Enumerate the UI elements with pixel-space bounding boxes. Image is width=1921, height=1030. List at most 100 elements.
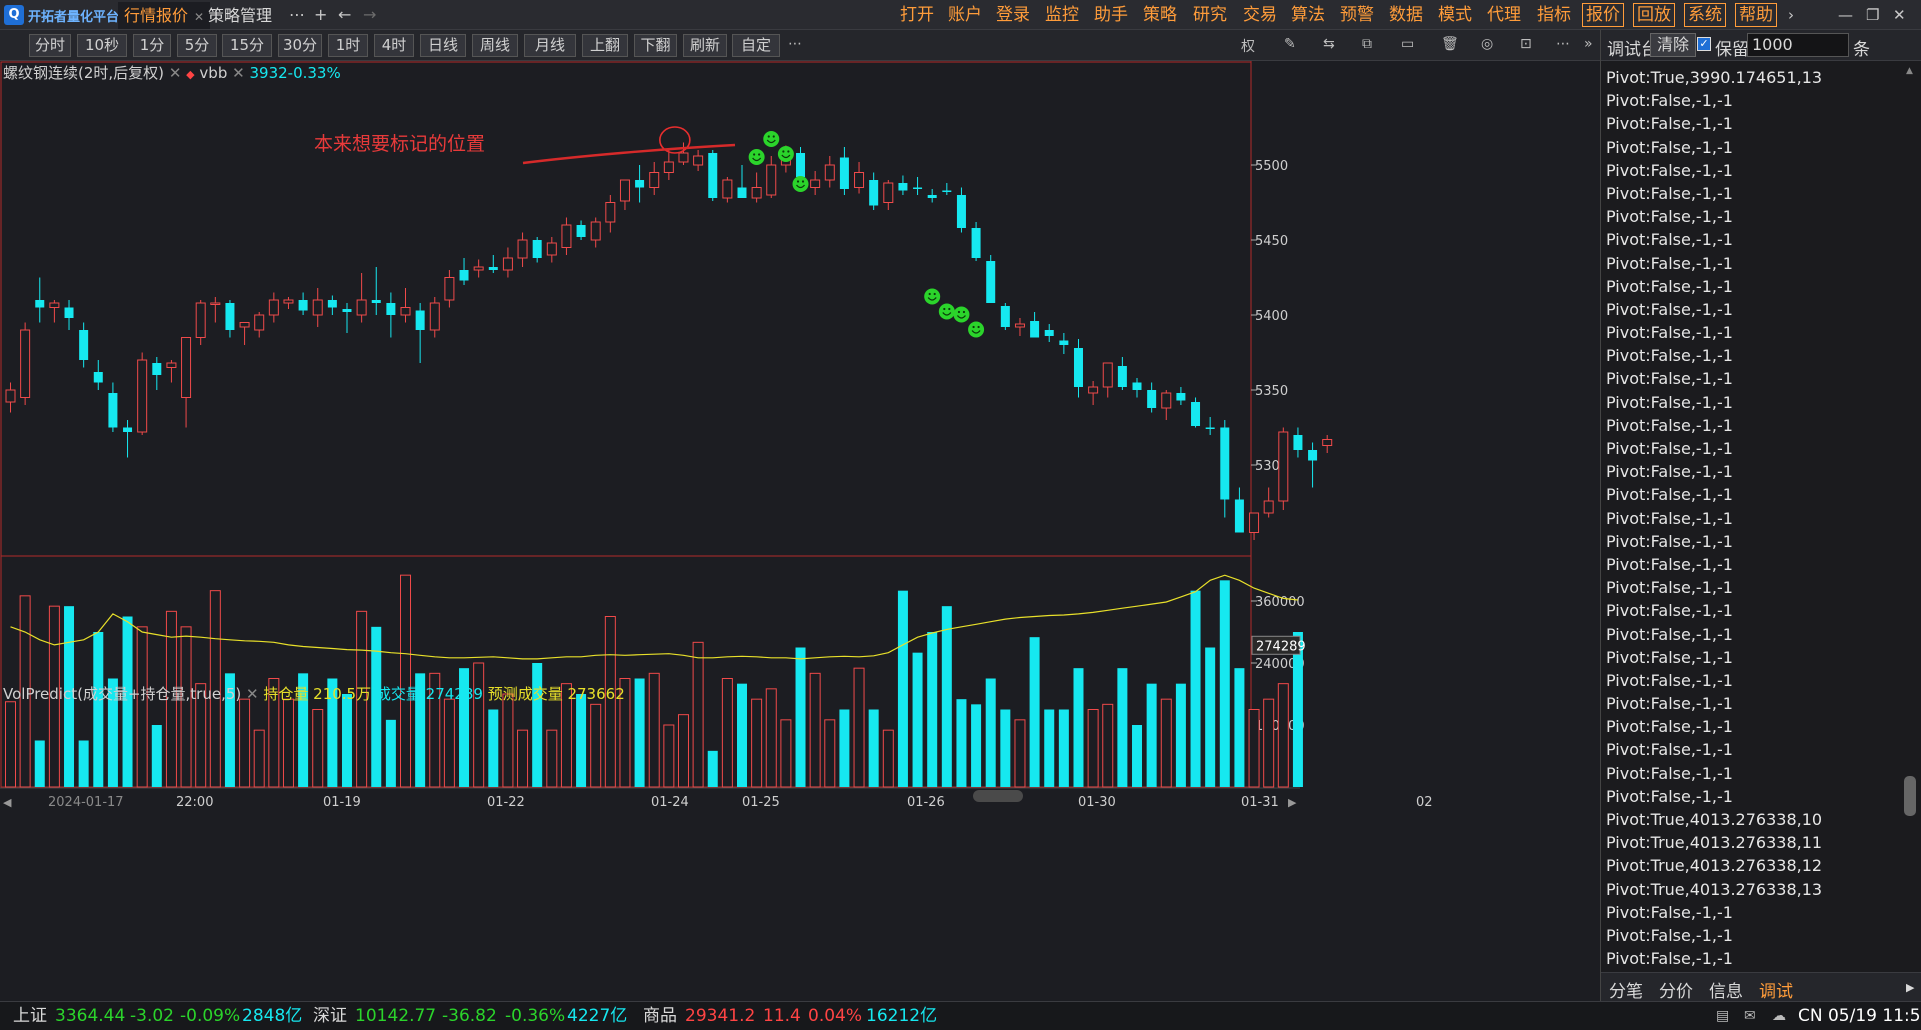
timeframe-button[interactable]: 日线: [420, 34, 466, 57]
candle-body-up: [810, 179, 821, 188]
menu-item[interactable]: 登录: [996, 3, 1030, 27]
timeframe-button[interactable]: 自定: [732, 34, 780, 57]
timeframe-button[interactable]: 月线: [524, 34, 576, 57]
menu-item[interactable]: 账户: [948, 3, 982, 27]
menu-box-item[interactable]: 帮助: [1735, 3, 1777, 27]
timeframe-button[interactable]: 刷新: [683, 34, 727, 57]
draw-pen-icon[interactable]: ✎: [1284, 36, 1296, 52]
timeframe-button[interactable]: 1时: [328, 34, 368, 57]
menu-item[interactable]: 策略: [1143, 3, 1177, 27]
menu-box-item[interactable]: 报价: [1582, 3, 1624, 27]
timeframe-button[interactable]: 30分: [278, 34, 322, 57]
debug-tab[interactable]: 分笔: [1609, 977, 1643, 1002]
clear-button[interactable]: 清除: [1650, 33, 1697, 57]
smiley-eye: [928, 292, 931, 296]
trash-icon[interactable]: 🗑: [1441, 36, 1459, 52]
volume-bar-down: [341, 694, 352, 787]
candle-body-up: [210, 302, 221, 305]
chevron-right-icon[interactable]: ›: [1788, 4, 1794, 26]
timeframe-button[interactable]: 15分: [222, 34, 272, 57]
timeframe-button[interactable]: 4时: [374, 34, 414, 57]
keep-checkbox[interactable]: ✓: [1697, 37, 1711, 51]
arrow-right-icon[interactable]: →: [363, 4, 376, 26]
menu-item[interactable]: 交易: [1243, 3, 1277, 27]
cm-change: 11.4: [763, 1006, 801, 1026]
menu-item[interactable]: 模式: [1438, 3, 1472, 27]
timeframe-button[interactable]: 周线: [472, 34, 518, 57]
volume-bar-down: [1058, 709, 1069, 787]
chevron-double-right-icon[interactable]: »: [1584, 36, 1593, 52]
copy-icon[interactable]: ⧉: [1362, 36, 1372, 52]
candle-body-up: [181, 337, 192, 398]
chevron-right-icon[interactable]: ▶: [1906, 981, 1914, 994]
debug-tab[interactable]: 调试: [1759, 977, 1793, 1002]
kline-chart[interactable]: 5300535054005450550012000024000036000027…: [0, 61, 1600, 1001]
menu-item[interactable]: 指标: [1537, 3, 1571, 27]
debug-tab[interactable]: 信息: [1709, 977, 1743, 1002]
candle-body-up: [883, 182, 894, 203]
sz-value: 10142.77: [355, 1006, 437, 1026]
settings-sliders-icon[interactable]: ⇆: [1323, 36, 1335, 52]
volume-bar-down: [1190, 590, 1201, 787]
target-icon[interactable]: ◎: [1481, 36, 1493, 52]
debug-scrollbar[interactable]: ▲ ▼: [1903, 66, 1917, 981]
close-icon[interactable]: ✕: [169, 64, 182, 82]
log-line: Pivot:False,-1,-1: [1606, 323, 1733, 343]
more-icon[interactable]: ⋯: [788, 36, 802, 52]
note-icon[interactable]: ▤: [1716, 1002, 1729, 1030]
debug-log: Pivot:True,3990.174651,13 Pivot:False,-1,…: [1606, 66, 1896, 966]
menu-item[interactable]: 监控: [1045, 3, 1079, 27]
candle-body-down: [1205, 427, 1215, 429]
timeframe-button[interactable]: 1分: [133, 34, 171, 57]
close-window-icon[interactable]: ✕: [1893, 4, 1906, 26]
menu-item[interactable]: 代理: [1487, 3, 1521, 27]
tab-quotes[interactable]: 行情报价 ✕: [118, 2, 211, 29]
volume-bar-down: [737, 683, 747, 787]
close-icon[interactable]: ✕: [232, 64, 245, 82]
candle-body-up: [854, 172, 865, 188]
log-line: Pivot:False,-1,-1: [1606, 369, 1733, 389]
smiley-eye: [948, 307, 951, 311]
menu-box-item[interactable]: 回放: [1633, 3, 1675, 27]
arrow-left-icon[interactable]: ←: [338, 4, 351, 26]
plus-icon[interactable]: +: [314, 4, 327, 26]
candle-body-down: [532, 240, 542, 258]
layout-icon[interactable]: ⊡: [1520, 36, 1532, 52]
menu-item[interactable]: 数据: [1389, 3, 1423, 27]
menu-box-item[interactable]: 系统: [1684, 3, 1726, 27]
menu-item[interactable]: 打开: [900, 3, 934, 27]
keep-count-input[interactable]: 1000: [1747, 33, 1849, 57]
close-icon[interactable]: ✕: [246, 685, 259, 703]
smiley-eye: [962, 310, 966, 314]
restore-icon[interactable]: ❐: [1866, 4, 1879, 26]
cm-amount: 16212亿: [866, 1006, 938, 1026]
timeframe-button[interactable]: 5分: [177, 34, 217, 57]
tab-strategy[interactable]: 策略管理: [202, 2, 278, 29]
candle-body-down: [1132, 382, 1142, 390]
timeframe-button[interactable]: 10秒: [77, 34, 127, 57]
adjust-icon[interactable]: 权: [1241, 36, 1255, 56]
timeframe-button[interactable]: 上翻: [582, 34, 628, 57]
price-tick-label: 5400: [1255, 309, 1288, 324]
volume-bar-up: [721, 678, 733, 788]
tab-label: 策略管理: [208, 6, 273, 25]
predicted-volume-line: [10, 574, 1298, 660]
menu-item[interactable]: 研究: [1193, 3, 1227, 27]
more-icon[interactable]: ⋯: [289, 4, 305, 26]
window-icon[interactable]: ▭: [1401, 36, 1414, 52]
timeframe-button[interactable]: 下翻: [634, 34, 677, 57]
minimize-icon[interactable]: —: [1838, 4, 1853, 26]
cloud-icon[interactable]: ☁: [1772, 1002, 1786, 1030]
chevron-up-icon[interactable]: ▲: [1906, 66, 1914, 76]
debug-tab[interactable]: 分价: [1659, 977, 1693, 1002]
scroll-thumb[interactable]: [1904, 776, 1916, 816]
menu-item[interactable]: 预警: [1340, 3, 1374, 27]
more-icon[interactable]: ⋯: [1556, 36, 1570, 52]
log-line: Pivot:False,-1,-1: [1606, 694, 1733, 714]
menu-item[interactable]: 助手: [1094, 3, 1128, 27]
chart-area[interactable]: 5300535054005450550012000024000036000027…: [0, 61, 1600, 1001]
timeframe-button[interactable]: 分时: [29, 34, 71, 57]
sz-pct: -0.36%: [505, 1006, 566, 1026]
chat-icon[interactable]: ✉: [1744, 1002, 1756, 1030]
menu-item[interactable]: 算法: [1291, 3, 1325, 27]
